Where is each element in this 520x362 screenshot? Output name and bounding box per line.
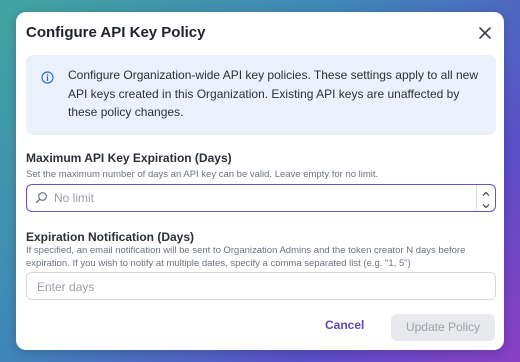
quantity-stepper[interactable]	[476, 185, 495, 210]
notification-days-input[interactable]	[37, 279, 477, 295]
notification-label: Expiration Notification (Days)	[26, 230, 195, 244]
update-policy-button[interactable]: Update Policy	[391, 314, 495, 341]
notification-help: If specified, an email notification will…	[26, 245, 466, 269]
info-banner: Configure Organization-wide API key poli…	[26, 55, 496, 135]
max-expiration-label: Maximum API Key Expiration (Days)	[26, 151, 232, 165]
search-icon	[35, 191, 48, 204]
max-expiration-input[interactable]	[54, 190, 464, 206]
cancel-button[interactable]: Cancel	[325, 318, 364, 332]
close-icon[interactable]	[476, 24, 494, 42]
notification-field[interactable]	[26, 272, 496, 300]
dialog-title: Configure API Key Policy	[26, 24, 206, 41]
max-expiration-help: Set the maximum number of days an API ke…	[26, 169, 379, 180]
chevron-down-icon[interactable]	[481, 198, 491, 209]
info-icon	[41, 71, 54, 84]
max-expiration-field[interactable]	[26, 184, 496, 212]
info-text: Configure Organization-wide API key poli…	[68, 68, 478, 119]
chevron-up-icon[interactable]	[481, 186, 491, 196]
api-key-policy-dialog: Configure API Key Policy Configure Organ…	[16, 12, 504, 350]
